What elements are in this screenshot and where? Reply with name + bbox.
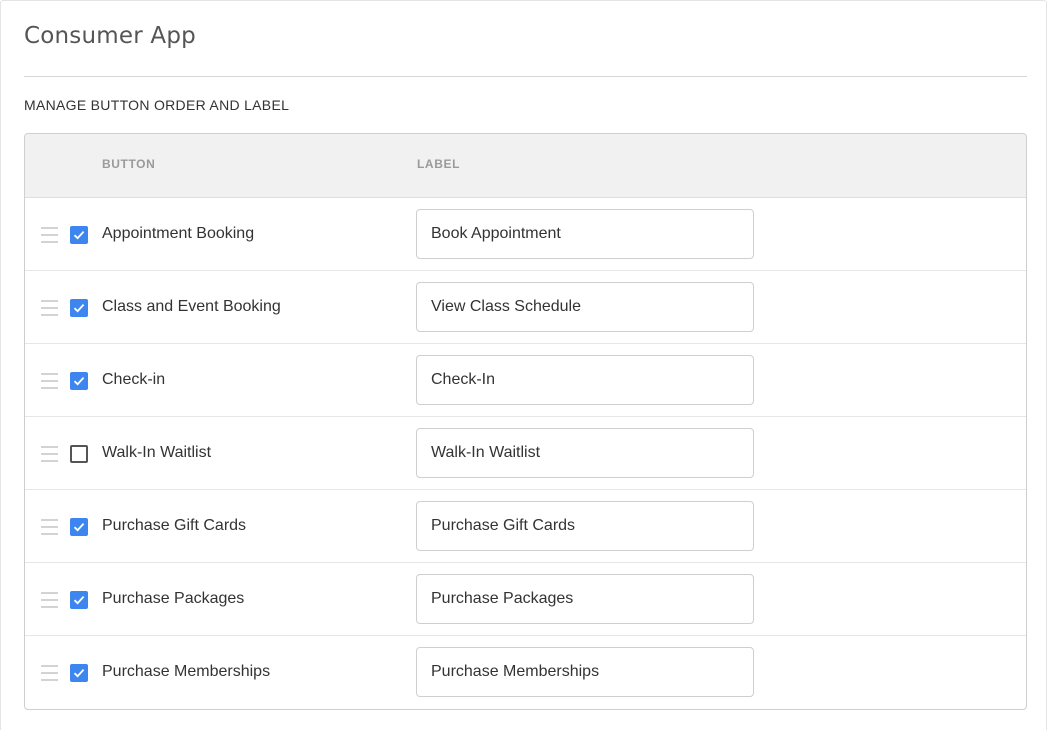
enable-checkbox[interactable] [70,372,88,390]
drag-handle-icon[interactable] [41,519,58,535]
button-name: Purchase Gift Cards [102,517,247,534]
table-row: Class and Event Booking [25,271,1026,344]
drag-handle-icon[interactable] [41,373,58,389]
consumer-app-panel: Consumer App MANAGE BUTTON ORDER AND LAB… [0,0,1047,730]
drag-handle-icon[interactable] [41,446,58,462]
column-header-button: BUTTON [102,157,156,171]
title-divider [24,76,1027,77]
enable-checkbox[interactable] [70,664,88,682]
label-input[interactable] [416,282,754,332]
label-input[interactable] [416,501,754,551]
label-input[interactable] [416,574,754,624]
table-row: Purchase Packages [25,563,1026,636]
button-order-table: BUTTON LABEL Appointment Booking Class a… [24,133,1027,710]
table-row: Appointment Booking [25,198,1026,271]
drag-handle-icon[interactable] [41,592,58,608]
enable-checkbox[interactable] [70,299,88,317]
label-input[interactable] [416,647,754,697]
table-row: Walk-In Waitlist [25,417,1026,490]
button-name: Walk-In Waitlist [102,444,212,461]
label-input[interactable] [416,209,754,259]
drag-handle-icon[interactable] [41,300,58,316]
button-name: Class and Event Booking [102,298,281,315]
column-header-label: LABEL [417,157,460,171]
button-name: Appointment Booking [102,225,255,242]
drag-handle-icon[interactable] [41,665,58,681]
enable-checkbox[interactable] [70,591,88,609]
button-name: Purchase Packages [102,590,245,607]
label-input[interactable] [416,355,754,405]
enable-checkbox[interactable] [70,445,88,463]
enable-checkbox[interactable] [70,226,88,244]
table-row: Purchase Gift Cards [25,490,1026,563]
page-title: Consumer App [24,23,196,49]
button-name: Check-in [102,371,166,388]
table-row: Purchase Memberships [25,636,1026,709]
drag-handle-icon[interactable] [41,227,58,243]
label-input[interactable] [416,428,754,478]
table-header: BUTTON LABEL [25,134,1026,198]
button-name: Purchase Memberships [102,663,271,680]
table-row: Check-in [25,344,1026,417]
section-heading: MANAGE BUTTON ORDER AND LABEL [24,97,290,113]
enable-checkbox[interactable] [70,518,88,536]
